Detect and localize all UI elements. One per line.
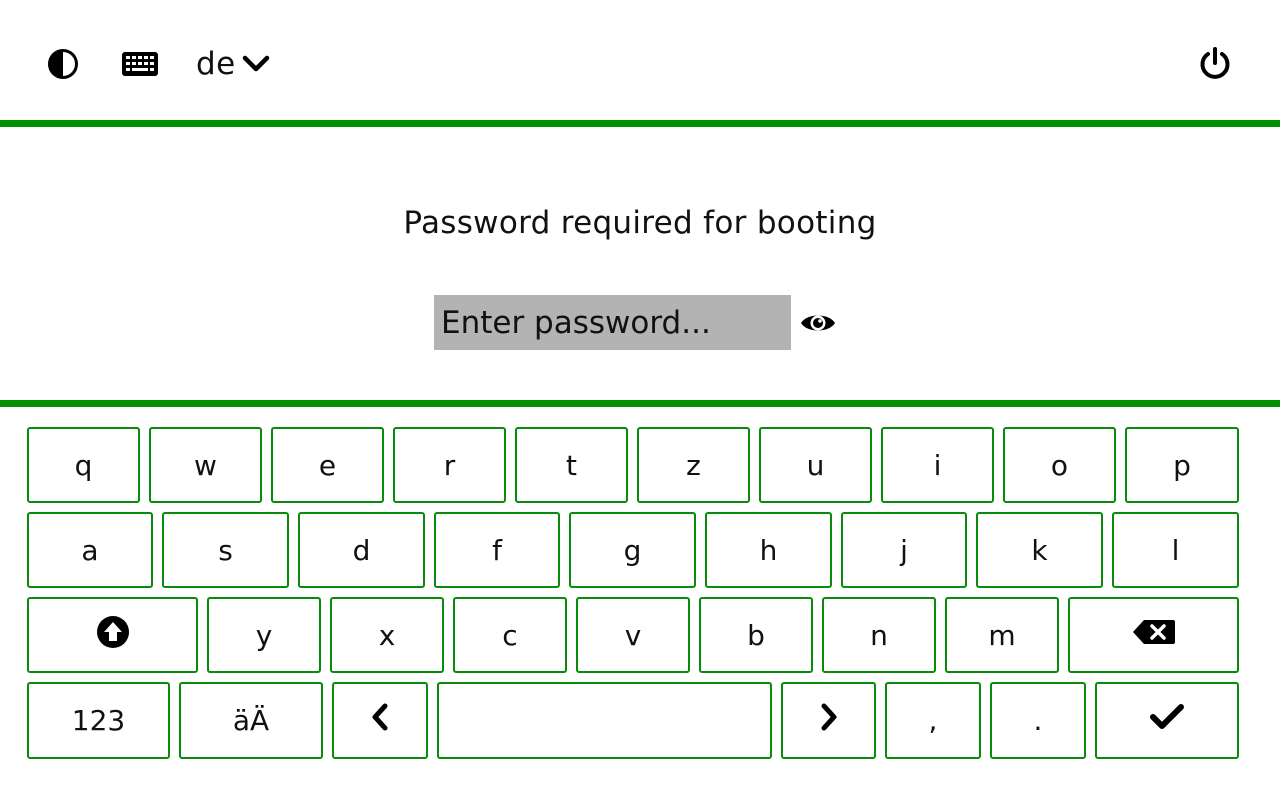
keyboard-divider bbox=[0, 400, 1280, 407]
key-z[interactable]: z bbox=[637, 427, 750, 503]
chevron-left-icon bbox=[370, 702, 390, 739]
key-c[interactable]: c bbox=[453, 597, 567, 673]
key-w[interactable]: w bbox=[149, 427, 262, 503]
key-m[interactable]: m bbox=[945, 597, 1059, 673]
key-q[interactable]: q bbox=[27, 427, 140, 503]
keyboard-icon[interactable] bbox=[118, 44, 162, 84]
umlaut-key[interactable]: äÄ bbox=[179, 682, 323, 759]
key-s[interactable]: s bbox=[162, 512, 289, 588]
password-input[interactable] bbox=[434, 295, 791, 350]
backspace-key[interactable] bbox=[1068, 597, 1239, 673]
key-d[interactable]: d bbox=[298, 512, 425, 588]
key-v[interactable]: v bbox=[576, 597, 690, 673]
key-k[interactable]: k bbox=[976, 512, 1103, 588]
key-n[interactable]: n bbox=[822, 597, 936, 673]
cursor-right-key[interactable] bbox=[781, 682, 876, 759]
enter-key[interactable] bbox=[1095, 682, 1239, 759]
key-g[interactable]: g bbox=[569, 512, 696, 588]
cursor-left-key[interactable] bbox=[332, 682, 428, 759]
period-key[interactable]: . bbox=[990, 682, 1086, 759]
key-t[interactable]: t bbox=[515, 427, 628, 503]
key-j[interactable]: j bbox=[841, 512, 967, 588]
key-e[interactable]: e bbox=[271, 427, 384, 503]
language-selector[interactable]: de bbox=[196, 42, 270, 86]
space-key[interactable] bbox=[437, 682, 772, 759]
key-o[interactable]: o bbox=[1003, 427, 1116, 503]
key-a[interactable]: a bbox=[27, 512, 153, 588]
key-b[interactable]: b bbox=[699, 597, 813, 673]
key-h[interactable]: h bbox=[705, 512, 832, 588]
contrast-icon[interactable] bbox=[43, 44, 83, 84]
chevron-right-icon bbox=[819, 702, 839, 739]
language-label: de bbox=[196, 46, 236, 82]
key-f[interactable]: f bbox=[434, 512, 560, 588]
header-divider bbox=[0, 120, 1280, 127]
backspace-icon bbox=[1132, 619, 1176, 652]
checkmark-icon bbox=[1149, 703, 1185, 738]
key-y[interactable]: y bbox=[207, 597, 321, 673]
key-r[interactable]: r bbox=[393, 427, 506, 503]
power-icon[interactable] bbox=[1195, 44, 1235, 84]
key-u[interactable]: u bbox=[759, 427, 872, 503]
numbers-key[interactable]: 123 bbox=[27, 682, 170, 759]
comma-key[interactable]: , bbox=[885, 682, 981, 759]
key-p[interactable]: p bbox=[1125, 427, 1239, 503]
key-x[interactable]: x bbox=[330, 597, 444, 673]
chevron-down-icon bbox=[242, 54, 270, 74]
key-i[interactable]: i bbox=[881, 427, 994, 503]
eye-icon[interactable] bbox=[798, 303, 838, 343]
top-bar: de bbox=[0, 0, 1280, 120]
shift-icon bbox=[96, 615, 130, 656]
page-title: Password required for booting bbox=[403, 205, 877, 241]
key-l[interactable]: l bbox=[1112, 512, 1239, 588]
shift-key[interactable] bbox=[27, 597, 198, 673]
